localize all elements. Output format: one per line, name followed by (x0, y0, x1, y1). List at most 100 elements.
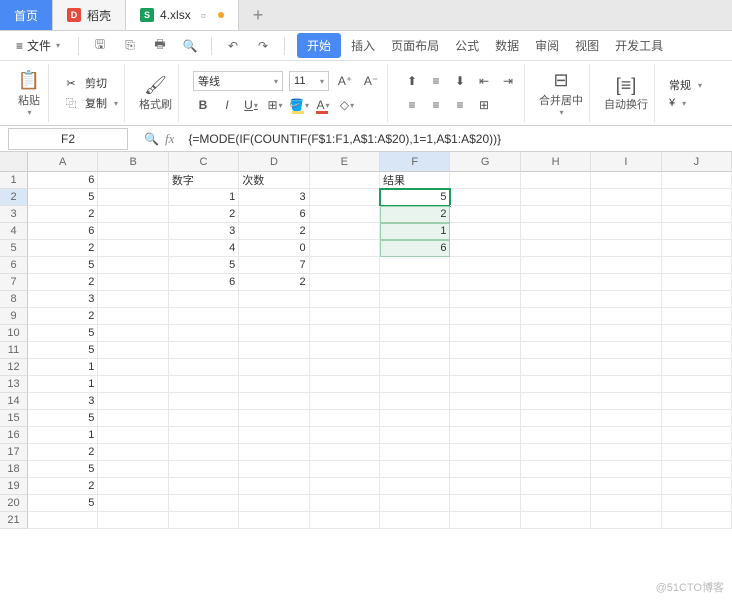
cell[interactable]: 3 (28, 393, 98, 410)
cell[interactable]: 2 (239, 274, 309, 291)
cell[interactable] (662, 274, 732, 291)
cell[interactable]: 结果 (380, 172, 450, 189)
cell[interactable] (521, 393, 591, 410)
cell[interactable] (169, 393, 239, 410)
number-format-select[interactable]: 常规▾ (669, 77, 702, 93)
cell[interactable] (662, 325, 732, 342)
cell[interactable] (310, 189, 380, 206)
cell[interactable] (662, 376, 732, 393)
cell[interactable] (169, 478, 239, 495)
currency-button[interactable]: ¥▾ (669, 97, 702, 109)
cell[interactable]: 2 (28, 478, 98, 495)
cell[interactable] (591, 240, 661, 257)
cell[interactable] (310, 512, 380, 529)
cell[interactable]: 2 (28, 206, 98, 223)
cell[interactable] (169, 427, 239, 444)
cell[interactable] (591, 495, 661, 512)
cell[interactable] (310, 172, 380, 189)
indent-right-icon[interactable]: ⇥ (498, 71, 518, 91)
cell[interactable] (380, 478, 450, 495)
font-name-select[interactable]: 等线▾ (193, 71, 283, 91)
cell[interactable] (310, 257, 380, 274)
cell[interactable] (380, 461, 450, 478)
cell[interactable] (450, 206, 520, 223)
cell[interactable] (521, 172, 591, 189)
row-header[interactable]: 17 (0, 444, 28, 461)
cell[interactable] (662, 172, 732, 189)
cell[interactable] (450, 342, 520, 359)
align-middle-icon[interactable]: ≡ (426, 71, 446, 91)
cut-button[interactable]: ✂剪切 (63, 75, 118, 91)
cell[interactable] (591, 376, 661, 393)
italic-button[interactable]: I (217, 95, 237, 115)
cell[interactable]: 5 (28, 461, 98, 478)
menu-开始[interactable]: 开始 (297, 33, 341, 58)
align-bottom-icon[interactable]: ⬇ (450, 71, 470, 91)
cell[interactable] (380, 325, 450, 342)
bold-button[interactable]: B (193, 95, 213, 115)
cell[interactable] (310, 461, 380, 478)
cell[interactable] (662, 206, 732, 223)
cell[interactable] (380, 410, 450, 427)
row-header[interactable]: 8 (0, 291, 28, 308)
align-left-icon[interactable]: ≡ (402, 95, 422, 115)
cell[interactable] (380, 257, 450, 274)
cell[interactable] (239, 342, 309, 359)
cell[interactable]: 2 (380, 206, 450, 223)
cell[interactable] (521, 189, 591, 206)
merge-center-button[interactable]: ⊟ 合并居中▾ (539, 70, 583, 117)
cell[interactable] (98, 359, 168, 376)
cell[interactable] (169, 291, 239, 308)
cell[interactable]: 1 (380, 223, 450, 240)
cell[interactable]: 5 (169, 257, 239, 274)
cell[interactable] (169, 512, 239, 529)
col-header-E[interactable]: E (310, 152, 380, 172)
cell[interactable]: 7 (239, 257, 309, 274)
cell[interactable]: 5 (28, 325, 98, 342)
fill-color-button[interactable]: 🪣▾ (289, 95, 309, 115)
cell[interactable] (98, 189, 168, 206)
cell[interactable] (169, 359, 239, 376)
col-header-B[interactable]: B (98, 152, 168, 172)
cell[interactable]: 6 (28, 172, 98, 189)
increase-font-icon[interactable]: A⁺ (335, 71, 355, 91)
cell[interactable] (98, 172, 168, 189)
cell[interactable] (98, 308, 168, 325)
cell[interactable] (239, 291, 309, 308)
cell[interactable] (521, 291, 591, 308)
menu-页面布局[interactable]: 页面布局 (385, 33, 445, 58)
cell[interactable] (591, 478, 661, 495)
cell[interactable] (662, 240, 732, 257)
cell[interactable]: 1 (28, 359, 98, 376)
cell[interactable] (521, 444, 591, 461)
col-header-F[interactable]: F (380, 152, 450, 172)
cell[interactable] (591, 342, 661, 359)
cell[interactable] (239, 376, 309, 393)
cell[interactable] (450, 223, 520, 240)
cell[interactable] (662, 223, 732, 240)
cell[interactable] (239, 495, 309, 512)
cell[interactable] (450, 410, 520, 427)
cell[interactable] (98, 427, 168, 444)
cell[interactable]: 5 (28, 189, 98, 206)
cell[interactable]: 6 (239, 206, 309, 223)
col-header-A[interactable]: A (28, 152, 98, 172)
cell[interactable] (591, 274, 661, 291)
cell[interactable] (591, 393, 661, 410)
cell[interactable]: 2 (28, 308, 98, 325)
cell[interactable] (310, 495, 380, 512)
cell[interactable] (98, 410, 168, 427)
cell[interactable]: 2 (169, 206, 239, 223)
cell[interactable] (380, 512, 450, 529)
row-header[interactable]: 5 (0, 240, 28, 257)
cell[interactable] (450, 257, 520, 274)
tab-daoke[interactable]: D 稻壳 (53, 0, 126, 30)
cell[interactable] (521, 240, 591, 257)
cell[interactable]: 6 (28, 223, 98, 240)
cell[interactable] (591, 223, 661, 240)
cell[interactable] (521, 427, 591, 444)
cell[interactable]: 次数 (239, 172, 309, 189)
copy-button[interactable]: ⿻复制▾ (63, 95, 118, 111)
cell[interactable] (591, 444, 661, 461)
cell[interactable] (662, 342, 732, 359)
